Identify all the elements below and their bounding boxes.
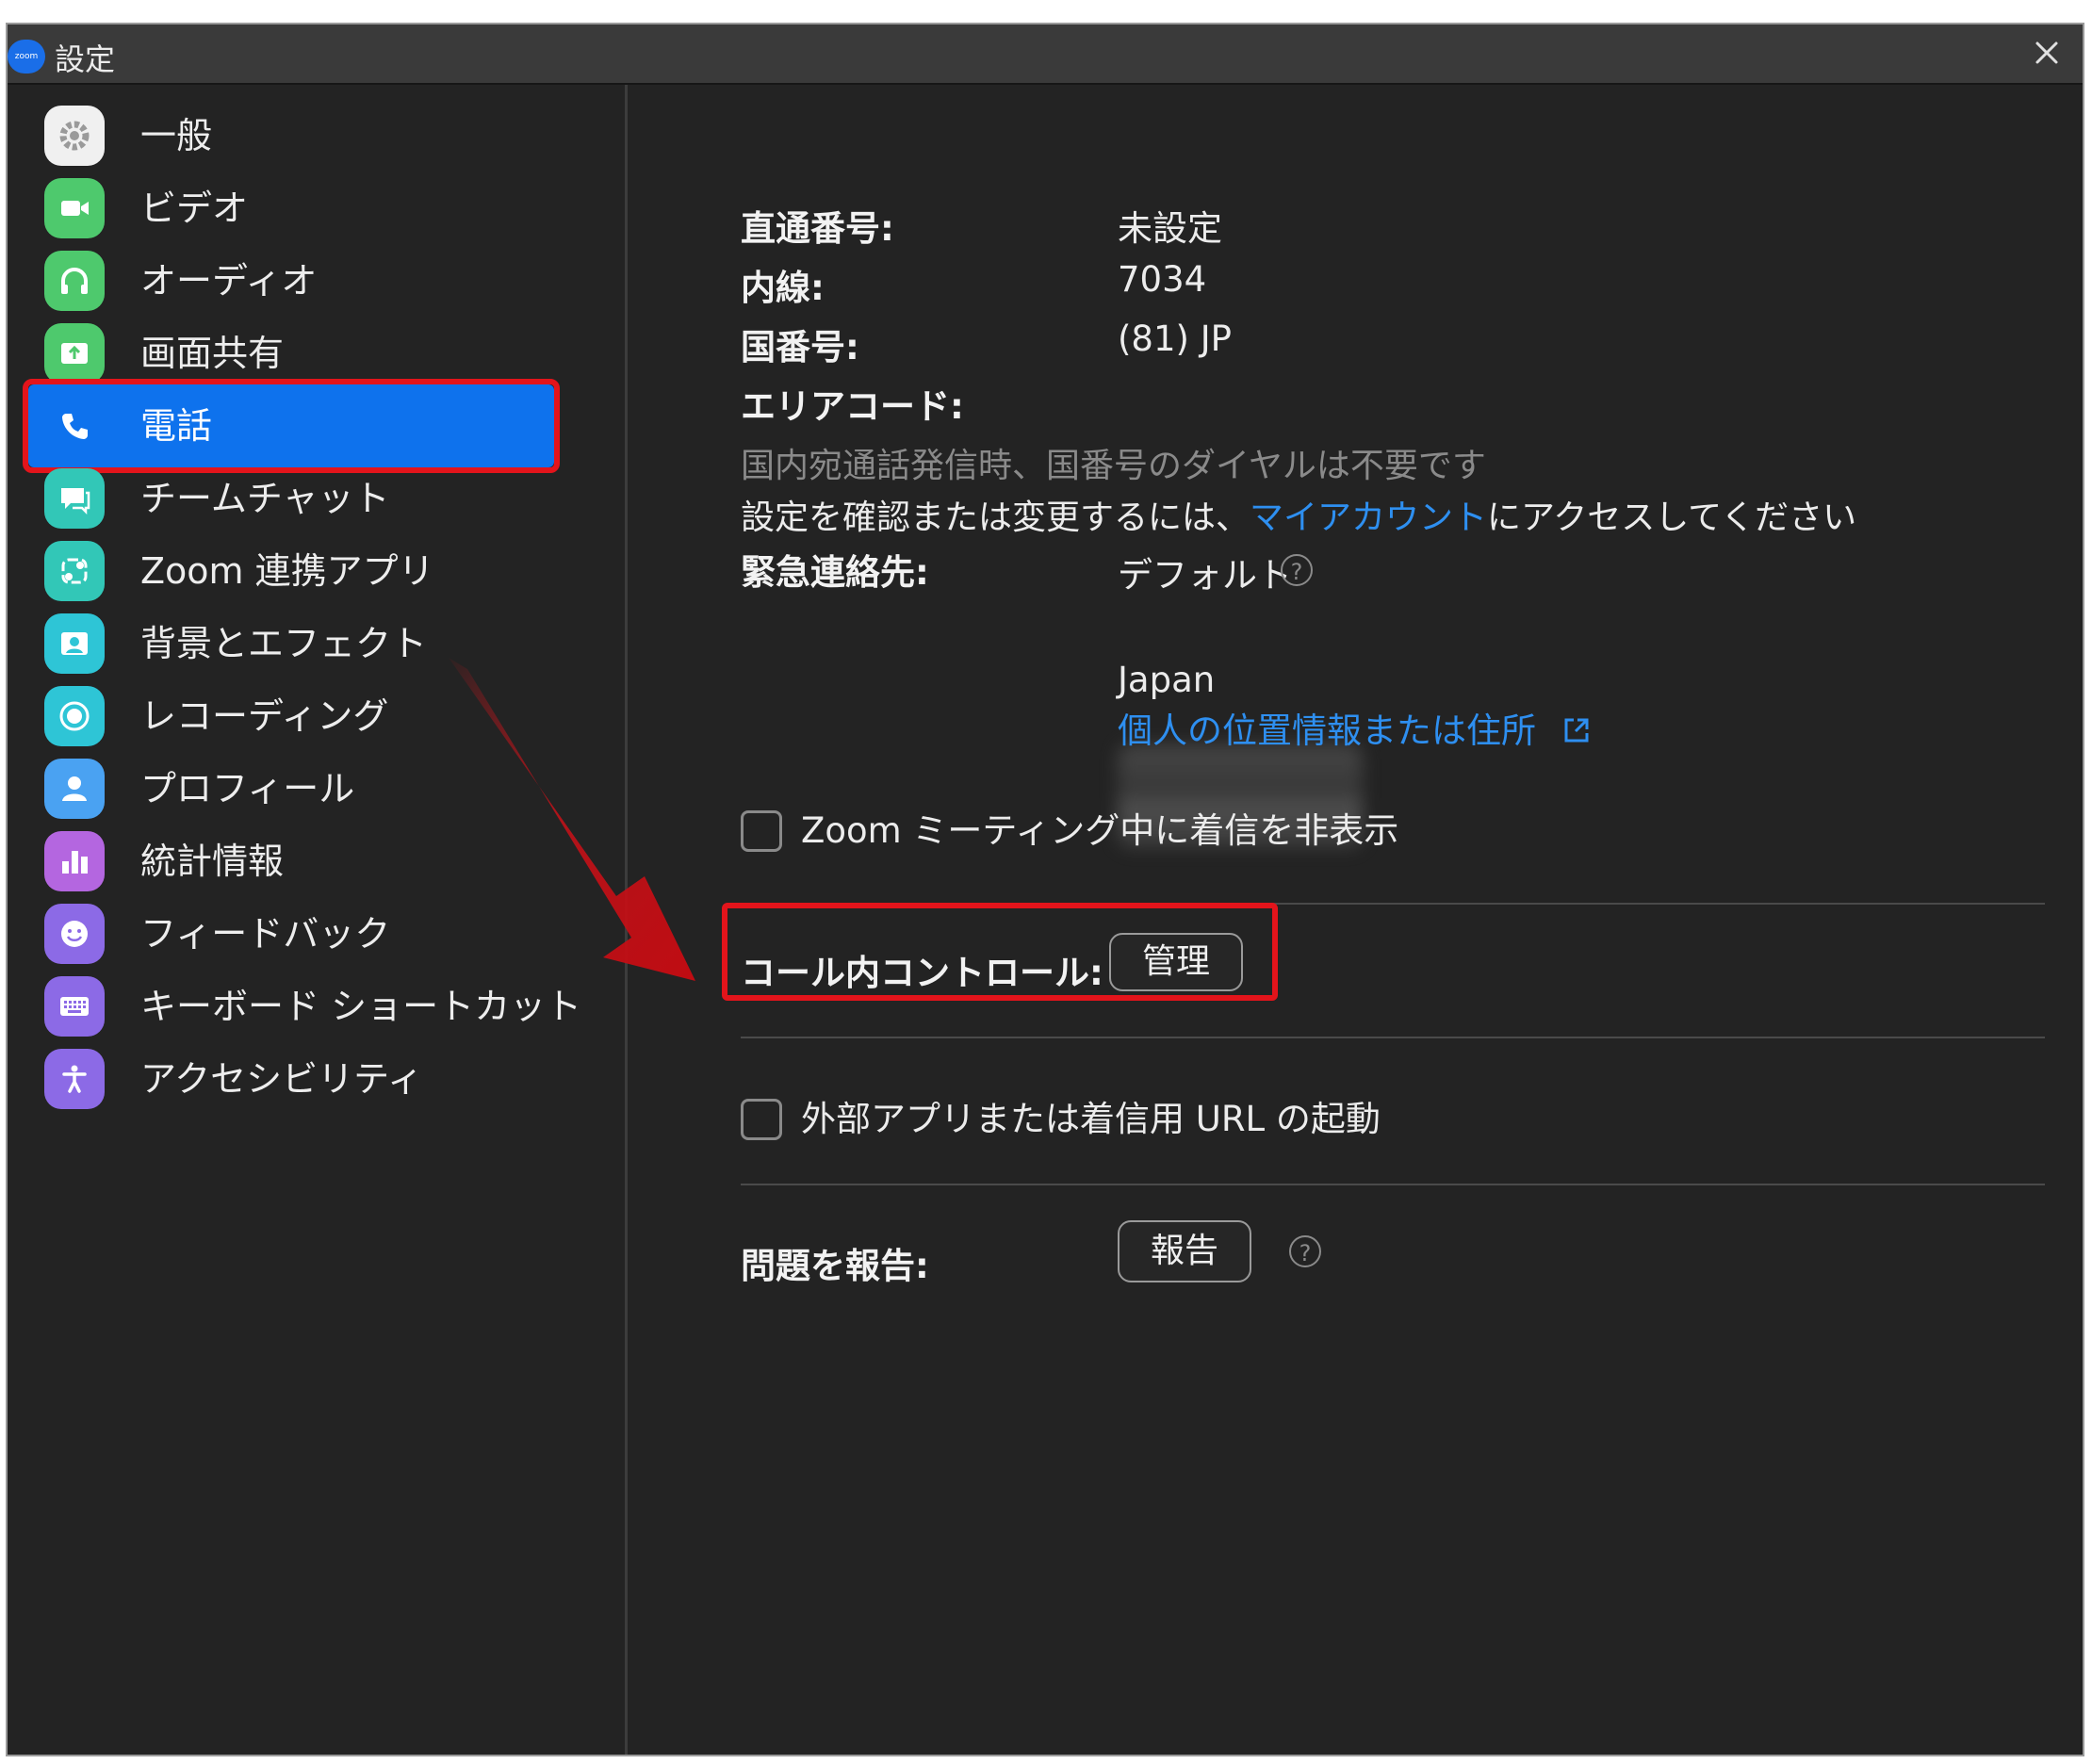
annotation-arrow-icon: [449, 658, 695, 981]
settings-window: zoom 設定 一般 ビデオ オーディオ 画面共有 電話 チームチャット Zoo…: [6, 23, 2084, 1756]
